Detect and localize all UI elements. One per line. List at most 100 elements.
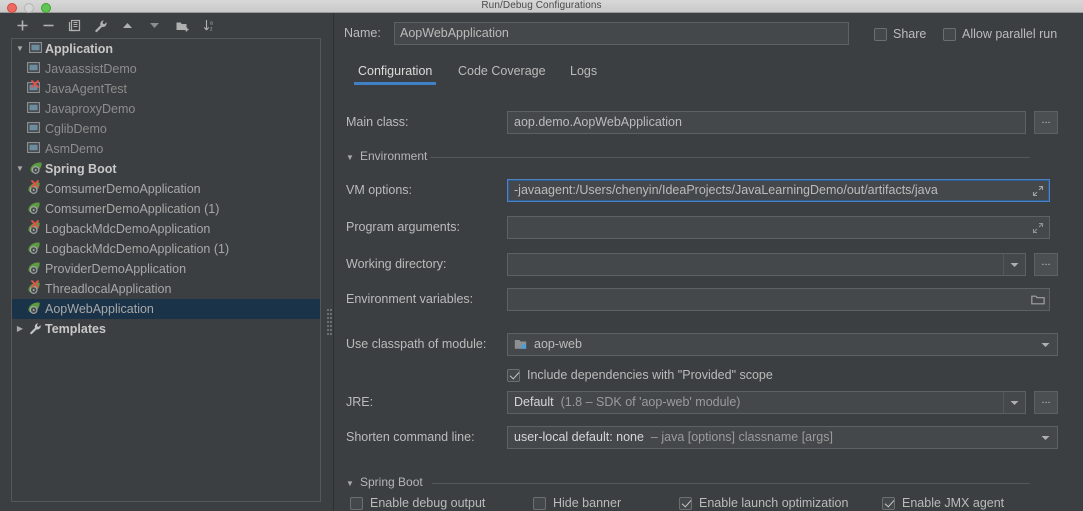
add-configuration-button[interactable]	[14, 17, 31, 34]
editor-tabs: Configuration Code Coverage Logs	[344, 59, 1083, 85]
tree-item-aopwebapplication[interactable]: AopWebApplication	[12, 299, 320, 319]
tree-item-comsumerdemoapplication[interactable]: ComsumerDemoApplication	[12, 179, 320, 199]
shorten-command-line-dropdown-arrow[interactable]	[1035, 427, 1056, 448]
enable-launch-optimization-checkbox[interactable]: Enable launch optimization	[679, 496, 848, 510]
expand-icon[interactable]	[1032, 222, 1044, 234]
chevron-right-icon[interactable]: ▶	[12, 319, 28, 339]
environment-variables-label: Environment variables:	[346, 292, 474, 306]
section-divider	[432, 483, 1030, 484]
jre-browse-button[interactable]: ...	[1034, 391, 1058, 414]
tree-item-label: LogbackMdcDemoApplication (1)	[45, 242, 230, 256]
environment-variables-input[interactable]	[507, 288, 1050, 311]
working-directory-browse-button[interactable]: ...	[1034, 253, 1058, 276]
allow-parallel-run-checkbox-box[interactable]	[943, 27, 956, 41]
configurations-tree[interactable]: ▼ Application JavaassistDemo JavaAgentTest J…	[11, 38, 321, 502]
move-up-button[interactable]	[119, 17, 136, 34]
panel-splitter[interactable]	[325, 13, 333, 511]
chevron-down-icon[interactable]: ▼	[12, 39, 28, 59]
tree-item-logbackmdcdemoapplication[interactable]: LogbackMdcDemoApplication	[12, 219, 320, 239]
share-checkbox-box[interactable]	[874, 27, 887, 41]
tab-configuration[interactable]: Configuration	[354, 59, 437, 85]
jre-combo[interactable]: Default (1.8 – SDK of 'aop-web' module)	[507, 391, 1026, 414]
hide-banner-checkbox[interactable]: Hide banner	[533, 496, 621, 510]
main-class-input[interactable]: aop.demo.AopWebApplication	[507, 111, 1026, 134]
enable-debug-output-checkbox-box[interactable]	[350, 496, 363, 510]
hide-banner-checkbox-box[interactable]	[533, 496, 546, 510]
program-arguments-row: Program arguments:	[346, 216, 1071, 240]
configuration-form: Main class: aop.demo.AopWebApplication .…	[334, 85, 1083, 511]
tree-item-threadlocalapplication[interactable]: ThreadlocalApplication	[12, 279, 320, 299]
use-classpath-of-module-combo[interactable]: aop-web	[507, 333, 1058, 356]
move-down-button[interactable]	[146, 17, 163, 34]
use-classpath-of-module-dropdown-arrow[interactable]	[1035, 334, 1056, 355]
include-provided-scope-checkbox-box[interactable]	[507, 368, 520, 382]
folder-icon[interactable]	[1031, 294, 1045, 306]
tree-group-templates[interactable]: ▶ Templates	[12, 319, 320, 339]
tree-item-label: JavaproxyDemo	[45, 102, 136, 116]
configurations-toolbar: a z	[0, 13, 325, 37]
shorten-command-line-value-primary: user-local default: none	[514, 430, 644, 444]
chevron-down-icon	[1010, 262, 1018, 267]
spring-boot-icon	[28, 159, 45, 179]
jre-row: JRE: Default (1.8 – SDK of 'aop-web' mod…	[346, 391, 1071, 415]
allow-parallel-run-checkbox-label: Allow parallel run	[962, 27, 1058, 41]
shorten-command-line-combo[interactable]: user-local default: none – java [options…	[507, 426, 1058, 449]
working-directory-input[interactable]	[507, 253, 1026, 276]
tree-group-spring-boot[interactable]: ▼ Spring Boot	[12, 159, 320, 179]
tree-item-javaproxydemo[interactable]: JavaproxyDemo	[12, 99, 320, 119]
new-folder-button[interactable]	[174, 17, 191, 34]
tab-logs[interactable]: Logs	[566, 59, 601, 85]
tree-item-label: ProviderDemoApplication	[45, 262, 187, 276]
spring-boot-icon	[26, 219, 43, 239]
tree-group-application[interactable]: ▼ Application	[12, 39, 320, 59]
shorten-command-line-label: Shorten command line:	[346, 430, 475, 444]
chevron-down-icon[interactable]: ▼	[346, 153, 354, 162]
environment-section-title: Environment	[360, 149, 428, 163]
tree-item-label: ComsumerDemoApplication (1)	[45, 202, 220, 216]
jre-value-primary: Default	[514, 395, 554, 409]
wrench-icon	[28, 319, 45, 339]
chevron-down-icon	[1041, 435, 1050, 440]
main-class-row: Main class: aop.demo.AopWebApplication .…	[346, 111, 1071, 135]
tree-item-asmdemo[interactable]: AsmDemo	[12, 139, 320, 159]
module-icon	[514, 340, 527, 349]
program-arguments-input[interactable]	[507, 216, 1050, 239]
tree-item-javaagenttest[interactable]: JavaAgentTest	[12, 79, 320, 99]
application-icon	[28, 39, 45, 59]
allow-parallel-run-checkbox[interactable]: Allow parallel run	[943, 27, 1057, 41]
tab-code-coverage[interactable]: Code Coverage	[454, 59, 550, 85]
copy-configuration-button[interactable]	[66, 17, 83, 34]
vm-options-row: VM options: -javaagent:/Users/chenyin/Id…	[346, 179, 1071, 203]
jre-dropdown-arrow[interactable]	[1003, 392, 1024, 413]
application-icon	[26, 119, 43, 139]
environment-section-header[interactable]: ▼ Environment	[346, 149, 1046, 165]
include-provided-scope-checkbox[interactable]: Include dependencies with "Provided" sco…	[507, 368, 773, 382]
enable-debug-output-checkbox[interactable]: Enable debug output	[350, 496, 485, 510]
remove-configuration-button[interactable]	[40, 17, 57, 34]
use-classpath-of-module-row: Use classpath of module: aop-web	[346, 333, 1071, 357]
program-arguments-label: Program arguments:	[346, 220, 460, 234]
tree-item-providerdemoapplication[interactable]: ProviderDemoApplication	[12, 259, 320, 279]
name-input[interactable]: AopWebApplication	[394, 22, 849, 45]
working-directory-dropdown-arrow[interactable]	[1003, 254, 1024, 275]
sort-button[interactable]: a z	[201, 17, 218, 34]
tree-item-comsumerdemoapplication-1[interactable]: ComsumerDemoApplication (1)	[12, 199, 320, 219]
tree-item-label: ComsumerDemoApplication	[45, 182, 201, 196]
enable-jmx-agent-checkbox-label: Enable JMX agent	[902, 496, 1005, 510]
vm-options-input[interactable]: -javaagent:/Users/chenyin/IdeaProjects/J…	[507, 179, 1050, 202]
tree-item-javaassistdemo[interactable]: JavaassistDemo	[12, 59, 320, 79]
enable-jmx-agent-checkbox[interactable]: Enable JMX agent	[882, 496, 1004, 510]
tree-item-logbackmdcdemoapplication-1[interactable]: LogbackMdcDemoApplication (1)	[12, 239, 320, 259]
expand-icon[interactable]	[1032, 185, 1044, 197]
enable-launch-optimization-checkbox-box[interactable]	[679, 496, 692, 510]
main-class-browse-button[interactable]: ...	[1034, 111, 1058, 134]
chevron-down-icon	[1010, 400, 1018, 405]
edit-defaults-button[interactable]	[92, 17, 109, 34]
chevron-down-icon[interactable]: ▼	[346, 479, 354, 488]
spring-boot-section-header[interactable]: ▼ Spring Boot	[346, 475, 1046, 491]
share-checkbox[interactable]: Share	[874, 27, 926, 41]
enable-jmx-agent-checkbox-box[interactable]	[882, 496, 895, 510]
tree-item-cglibdemo[interactable]: CglibDemo	[12, 119, 320, 139]
chevron-down-icon[interactable]: ▼	[12, 159, 28, 179]
tree-item-label: ThreadlocalApplication	[45, 282, 172, 296]
